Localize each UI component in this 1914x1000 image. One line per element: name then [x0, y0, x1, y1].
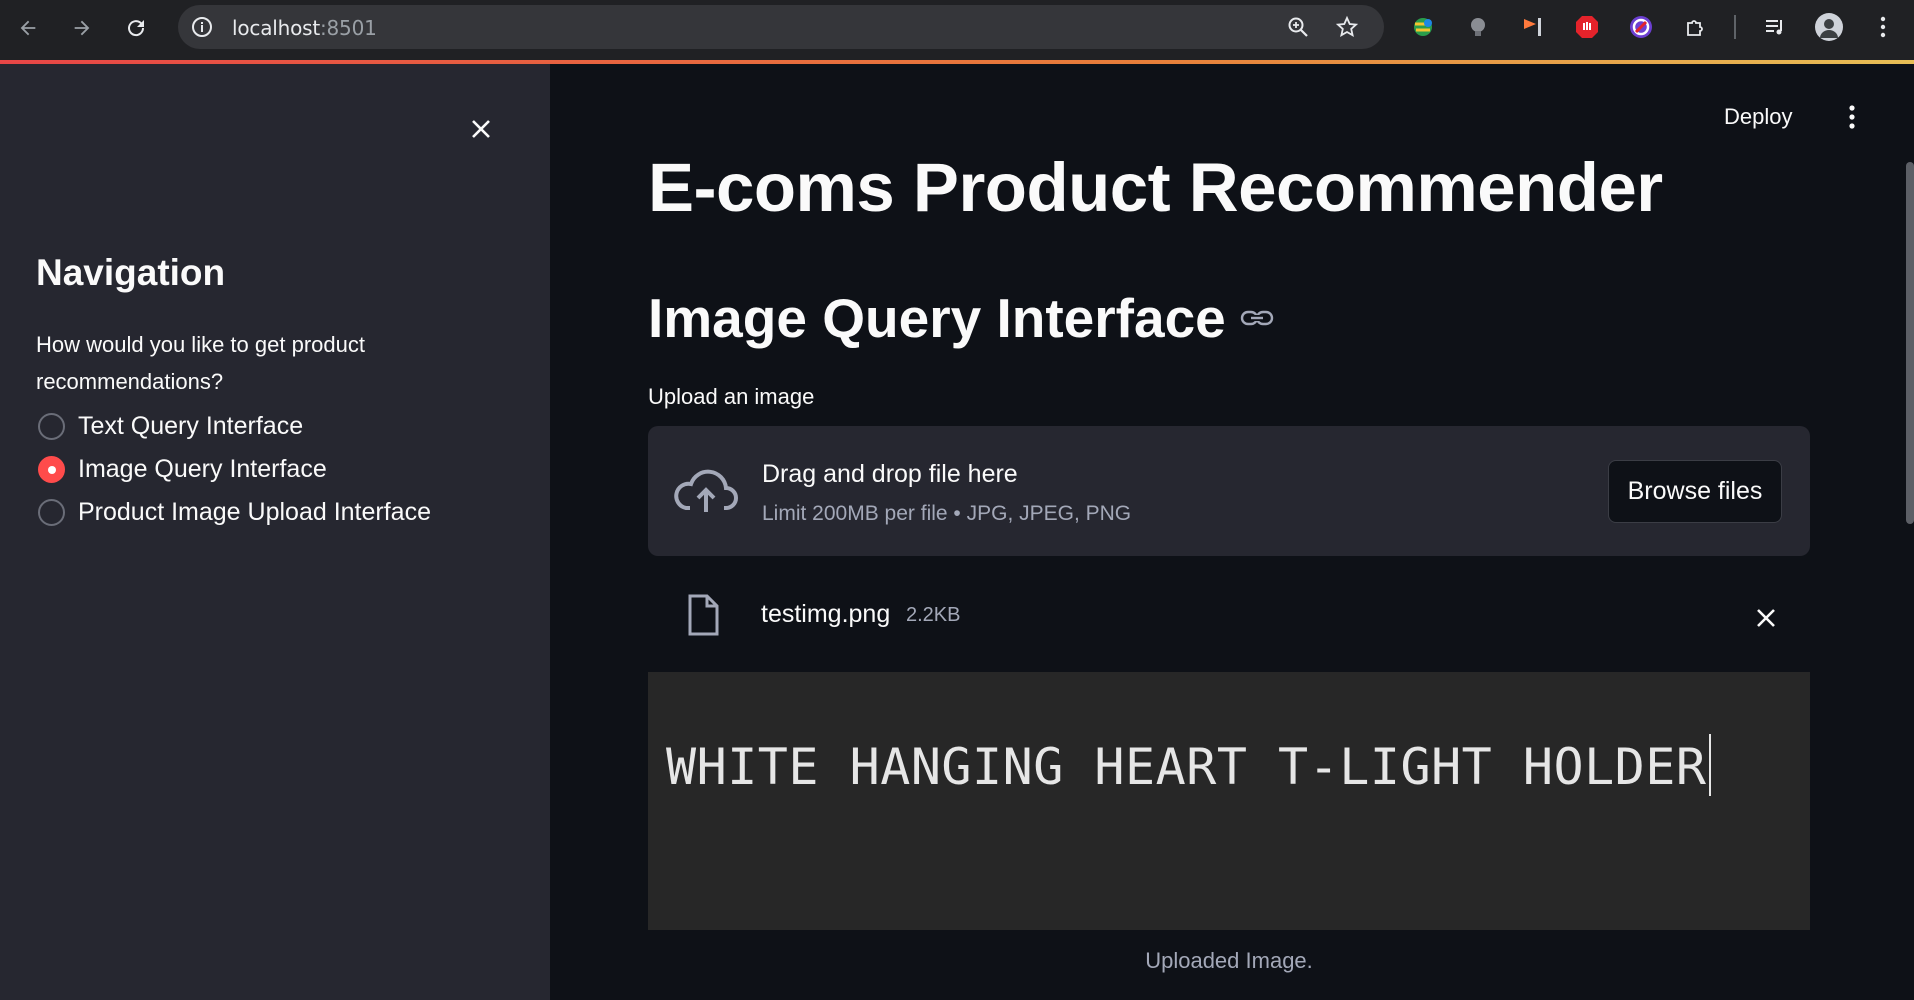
page-title: E-coms Product Recommender [648, 149, 1663, 226]
dropzone-instructions: Drag and drop file here [762, 460, 1018, 488]
file-icon [688, 594, 719, 636]
close-sidebar-button[interactable] [464, 112, 498, 146]
browser-toolbar: localhost:8501 [0, 0, 1914, 62]
sidebar-heading: Navigation [36, 252, 226, 293]
profile-avatar-icon[interactable] [1814, 12, 1844, 42]
radio-label: Text Query Interface [78, 412, 304, 440]
radio-option-text-query[interactable]: Text Query Interface [38, 412, 303, 441]
image-text: WHITE HANGING HEART T-LIGHT HOLDER [666, 738, 1707, 796]
arrow-right-icon [74, 20, 90, 36]
forward-button[interactable] [66, 12, 98, 44]
anchor-link-icon[interactable] [1240, 307, 1274, 329]
reload-icon [128, 20, 145, 37]
url-host: localhost [232, 16, 320, 40]
remove-file-icon[interactable] [1754, 606, 1778, 630]
cloud-upload-icon [674, 469, 738, 512]
url-port: :8501 [319, 16, 377, 40]
sidebar: Navigation How would you like to get pro… [0, 64, 550, 1000]
reload-button[interactable] [120, 12, 152, 44]
radio-option-image-query[interactable]: Image Query Interface [38, 455, 327, 484]
file-size: 2.2KB [906, 604, 961, 626]
text-cursor [1708, 734, 1711, 796]
radio-option-product-image-upload[interactable]: Product Image Upload Interface [38, 498, 431, 527]
deploy-button[interactable]: Deploy [1724, 104, 1792, 130]
extensions-puzzle-icon[interactable] [1680, 12, 1710, 42]
close-icon [472, 120, 490, 138]
media-controls-icon[interactable] [1760, 12, 1790, 42]
radio-button-selected[interactable] [38, 456, 65, 483]
site-info-icon[interactable] [190, 15, 214, 39]
radio-button[interactable] [38, 413, 65, 440]
more-vertical-icon [1849, 105, 1855, 129]
browse-files-button[interactable]: Browse files [1608, 460, 1782, 523]
radio-label: Product Image Upload Interface [78, 498, 431, 526]
main-content: Deploy E-coms Product Recommender Image … [550, 64, 1914, 1000]
extension-globe-icon[interactable] [1408, 12, 1438, 42]
file-name: testimg.png [761, 600, 891, 628]
back-button[interactable] [12, 12, 44, 44]
zoom-icon[interactable] [1286, 15, 1310, 39]
image-text-line: WHITE HANGING HEART T-LIGHT HOLDER [666, 734, 1711, 796]
radio-label: Image Query Interface [78, 455, 327, 483]
toolbar-divider [1734, 15, 1736, 39]
image-caption: Uploaded Image. [1145, 948, 1313, 973]
file-uploader-label: Upload an image [648, 384, 815, 409]
uploaded-image-preview: WHITE HANGING HEART T-LIGHT HOLDER [648, 672, 1810, 930]
section-heading: Image Query Interface [648, 286, 1274, 350]
browser-menu-icon[interactable] [1868, 12, 1898, 42]
extension-bulb-icon[interactable] [1463, 12, 1493, 42]
bookmark-star-icon[interactable] [1335, 15, 1359, 39]
scrollbar[interactable] [1906, 162, 1914, 524]
extension-adblock-icon[interactable] [1572, 12, 1602, 42]
extension-flag-icon[interactable] [1517, 12, 1547, 42]
uploaded-file: testimg.png 2.2KB [648, 574, 1810, 666]
extension-block-icon[interactable] [1626, 12, 1656, 42]
radio-button[interactable] [38, 499, 65, 526]
section-heading-text: Image Query Interface [648, 287, 1226, 349]
dropzone-limits: Limit 200MB per file • JPG, JPEG, PNG [762, 502, 1132, 525]
radio-group-label: How would you like to get product recomm… [36, 332, 365, 394]
file-dropzone[interactable]: Drag and drop file here Limit 200MB per … [648, 426, 1810, 556]
url-text: localhost:8501 [232, 16, 377, 40]
address-bar[interactable]: localhost:8501 [178, 5, 1384, 49]
arrow-left-icon [20, 20, 36, 36]
main-menu-button[interactable] [1842, 102, 1862, 132]
